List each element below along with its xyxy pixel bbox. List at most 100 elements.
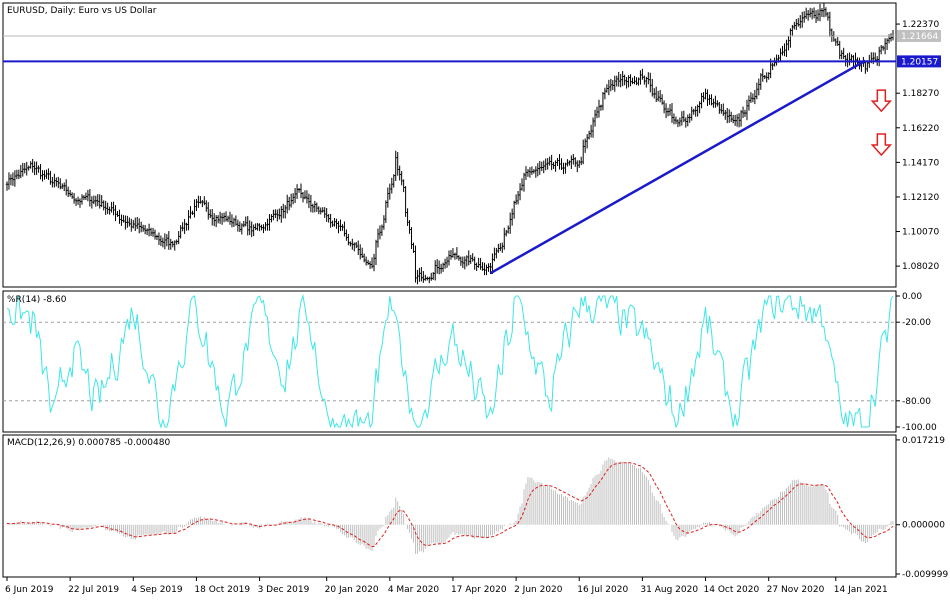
x-tick-label: 6 Jun 2019: [5, 585, 54, 595]
ohlc-bar: [686, 114, 690, 127]
price-y-axis: 1.22370 1.20157 1.18270 1.16220 1.14170 1.121…: [896, 20, 941, 272]
ohlc-bar: [526, 169, 530, 177]
price-tick-label: 1.14170: [902, 158, 939, 168]
ohlc-bar: [15, 169, 19, 180]
ohlc-bar: [291, 193, 295, 205]
ohlc-bar: [556, 157, 559, 167]
x-tick-label: 3 Dec 2019: [258, 585, 310, 595]
ohlc-bar: [672, 113, 676, 125]
ohlc-bar: [293, 188, 297, 204]
ohlc-bar: [747, 95, 751, 111]
ohlc-bar: [647, 72, 650, 85]
ohlc-bar: [422, 271, 425, 283]
ohlc-bar: [33, 161, 36, 176]
ohlc-bar: [279, 206, 283, 223]
ohlc-bar: [151, 227, 155, 237]
ohlc-bar: [362, 253, 366, 263]
ohlc-bar: [826, 11, 830, 21]
ohlc-bar: [96, 194, 100, 207]
ohlc-bar: [206, 202, 210, 220]
x-tick-label: 14 Jan 2021: [834, 585, 888, 595]
ohlc-bar: [199, 196, 202, 204]
ohlc-bar: [684, 117, 688, 128]
macd-signal-line: [6, 462, 894, 547]
ohlc-bar: [250, 221, 253, 238]
ohlc-bar: [427, 276, 431, 284]
ohlc-bar: [824, 7, 828, 17]
ohlc-bar: [658, 90, 662, 103]
ohlc-bar: [232, 217, 236, 227]
ohlc-bar: [633, 75, 636, 85]
ohlc-bar: [244, 216, 248, 227]
ohlc-bar: [708, 94, 711, 105]
ohlc-bar: [23, 163, 27, 174]
ohlc-bar: [333, 217, 336, 227]
ohlc-bar: [13, 170, 17, 187]
ohlc-bar: [274, 209, 277, 219]
ohlc-bar: [11, 172, 15, 186]
ohlc-bar: [621, 71, 624, 87]
ohlc-bar: [122, 215, 125, 223]
x-tick-label: 27 Nov 2020: [767, 585, 825, 595]
ohlc-bar: [820, 8, 824, 17]
x-tick-label: 20 Jan 2020: [325, 585, 379, 595]
ohlc-bar: [368, 261, 372, 269]
chart-canvas[interactable]: 1.22370 1.20157 1.18270 1.16220 1.14170 1.121…: [0, 0, 950, 600]
ohlc-bar: [627, 75, 630, 88]
ohlc-bar: [714, 95, 717, 108]
ohlc-bar: [248, 220, 252, 236]
ohlc-bar: [116, 211, 119, 217]
ohlc-bar: [347, 233, 350, 246]
ohlc-bar: [159, 235, 163, 247]
ohlc-bar: [623, 74, 626, 86]
ohlc-bar: [149, 227, 153, 237]
ohlc-bar: [130, 218, 133, 232]
ohlc-bar: [712, 98, 715, 108]
ohlc-bar: [435, 259, 439, 274]
ohlc-bar: [692, 108, 695, 115]
price-overlays: [3, 35, 896, 275]
wpr-layer: 0.00 -20.00 -80.00 -100.00: [3, 292, 937, 433]
ohlc-bar: [88, 189, 92, 207]
ohlc-bar: [226, 215, 230, 223]
ohlc-bar: [451, 248, 455, 258]
ohlc-bar: [471, 253, 474, 262]
ohlc-bar: [562, 162, 565, 175]
ohlc-bar: [601, 92, 605, 111]
ohlc-bar: [810, 8, 814, 20]
wpr-tick-label: -100.00: [902, 423, 937, 433]
x-tick-label: 17 Apr 2020: [451, 585, 507, 595]
ohlc-bar: [445, 256, 449, 268]
ohlc-bar: [337, 221, 340, 234]
ohlc-bar: [307, 193, 311, 209]
ohlc-bar: [92, 195, 96, 205]
ohlc-bar: [102, 200, 105, 211]
ohlc-bar: [516, 190, 520, 205]
ohlc-bar: [757, 78, 761, 96]
ohlc-bar: [499, 243, 502, 252]
ohlc-bar: [262, 224, 265, 234]
ohlc-bar: [502, 227, 506, 250]
ohlc-bar: [43, 170, 46, 180]
ohlc-bar: [408, 220, 411, 234]
ohlc-bar: [366, 259, 370, 266]
ohlc-bar: [700, 92, 703, 109]
macd-panel-frame: [2, 434, 897, 578]
ohlc-bar: [222, 212, 226, 223]
ohlc-bar: [504, 229, 508, 237]
ohlc-bar: [587, 130, 591, 140]
ohlc-bar: [641, 68, 644, 80]
ohlc-bar: [656, 90, 660, 102]
ohlc-bar: [725, 107, 729, 124]
ohlc-bar: [479, 257, 482, 270]
ohlc-bar: [753, 89, 757, 105]
price-tick-label: 1.16220: [902, 124, 939, 134]
ohlc-bar: [585, 134, 589, 149]
ohlc-bar: [398, 165, 401, 181]
x-tick-label: 2 Jun 2020: [514, 585, 563, 595]
ohlc-bar: [181, 222, 184, 232]
ohlc-bar: [177, 231, 180, 245]
ascending-trendline[interactable]: [489, 59, 866, 275]
ohlc-bar: [530, 166, 534, 175]
ohlc-bar: [731, 114, 735, 124]
